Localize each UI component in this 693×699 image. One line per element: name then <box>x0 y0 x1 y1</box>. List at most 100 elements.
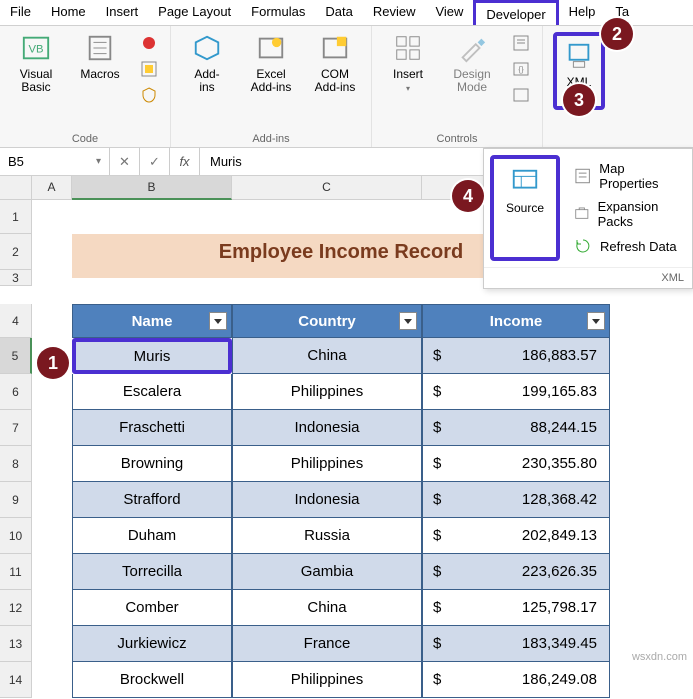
table-cell[interactable]: $186,883.57 <box>422 338 610 374</box>
com-addins-button[interactable]: COM Add-ins <box>309 32 361 94</box>
expansion-packs-icon <box>574 205 590 223</box>
table-cell[interactable]: Duham <box>72 518 232 554</box>
row-header[interactable]: 7 <box>0 410 32 446</box>
fx-icon[interactable]: fx <box>170 148 200 175</box>
table-cell[interactable]: Strafford <box>72 482 232 518</box>
table-cell[interactable]: Indonesia <box>232 482 422 518</box>
table-cell[interactable]: Philippines <box>232 662 422 698</box>
table-cell[interactable]: Comber <box>72 590 232 626</box>
row-header[interactable]: 10 <box>0 518 32 554</box>
table-cell[interactable]: Indonesia <box>232 410 422 446</box>
cancel-formula-button[interactable]: ✕ <box>110 148 140 175</box>
enter-formula-button[interactable]: ✓ <box>140 148 170 175</box>
row-header[interactable]: 3 <box>0 270 32 286</box>
tab-home[interactable]: Home <box>41 0 96 25</box>
table-cell[interactable]: $202,849.13 <box>422 518 610 554</box>
table-cell[interactable]: $223,626.35 <box>422 554 610 590</box>
table-cell[interactable]: Muris <box>72 338 232 374</box>
macro-security-button[interactable] <box>138 84 160 106</box>
table-cell[interactable]: $230,355.80 <box>422 446 610 482</box>
table-cell[interactable]: Philippines <box>232 374 422 410</box>
callout-4: 4 <box>452 180 484 212</box>
table-cell[interactable]: Jurkiewicz <box>72 626 232 662</box>
filter-icon[interactable] <box>399 312 417 330</box>
tab-page-layout[interactable]: Page Layout <box>148 0 241 25</box>
table-cell[interactable]: Philippines <box>232 446 422 482</box>
run-dialog-button[interactable] <box>510 84 532 106</box>
group-code: VB Visual Basic Macros Code <box>0 26 171 147</box>
watermark: wsxdn.com <box>632 651 687 663</box>
table-cell[interactable]: $186,249.08 <box>422 662 610 698</box>
refresh-data-button[interactable]: Refresh Data <box>572 233 686 259</box>
visual-basic-button[interactable]: VB Visual Basic <box>10 32 62 94</box>
name-box[interactable]: B5▾ <box>0 148 110 175</box>
tab-data[interactable]: Data <box>315 0 362 25</box>
table-cell[interactable]: $183,349.45 <box>422 626 610 662</box>
table-cell[interactable]: Escalera <box>72 374 232 410</box>
filter-icon[interactable] <box>587 312 605 330</box>
tab-developer[interactable]: Developer <box>473 0 558 25</box>
table-cell[interactable]: Gambia <box>232 554 422 590</box>
table-header-income[interactable]: Income <box>422 304 610 338</box>
table-cell[interactable]: Russia <box>232 518 422 554</box>
table-cell[interactable]: Fraschetti <box>72 410 232 446</box>
row-header[interactable]: 12 <box>0 590 32 626</box>
row-header[interactable]: 4 <box>0 304 32 338</box>
addins-icon <box>191 32 223 64</box>
xml-source-button[interactable]: Source <box>490 155 560 261</box>
filter-icon[interactable] <box>209 312 227 330</box>
design-mode-button[interactable]: Design Mode <box>446 32 498 94</box>
macros-button[interactable]: Macros <box>74 32 126 81</box>
col-header-b[interactable]: B <box>72 176 232 200</box>
visual-basic-icon: VB <box>20 32 52 64</box>
table-cell[interactable]: $199,165.83 <box>422 374 610 410</box>
ribbon-tabs: File Home Insert Page Layout Formulas Da… <box>0 0 693 26</box>
table-cell[interactable]: Browning <box>72 446 232 482</box>
insert-control-icon <box>392 32 424 64</box>
table-cell[interactable]: $125,798.17 <box>422 590 610 626</box>
table-header-country[interactable]: Country <box>232 304 422 338</box>
record-macro-button[interactable] <box>138 32 160 54</box>
callout-3: 3 <box>563 84 595 116</box>
row-header[interactable]: 8 <box>0 446 32 482</box>
expansion-packs-button[interactable]: Expansion Packs <box>572 195 686 233</box>
row-header[interactable]: 14 <box>0 662 32 698</box>
properties-button[interactable] <box>510 32 532 54</box>
tab-view[interactable]: View <box>425 0 473 25</box>
view-code-button[interactable]: {} <box>510 58 532 80</box>
table-cell[interactable]: France <box>232 626 422 662</box>
tab-help[interactable]: Help <box>559 0 606 25</box>
col-header-a[interactable]: A <box>32 176 72 200</box>
svg-text:VB: VB <box>28 44 43 56</box>
row-header[interactable]: 1 <box>0 200 32 234</box>
callout-2: 2 <box>601 18 633 50</box>
excel-addins-button[interactable]: Excel Add-ins <box>245 32 297 94</box>
insert-control-button[interactable]: Insert ▾ <box>382 32 434 94</box>
relative-ref-button[interactable] <box>138 58 160 80</box>
row-header[interactable]: 6 <box>0 374 32 410</box>
tab-file[interactable]: File <box>0 0 41 25</box>
table-cell[interactable]: Brockwell <box>72 662 232 698</box>
table-cell[interactable]: China <box>232 338 422 374</box>
table-cell[interactable]: China <box>232 590 422 626</box>
tab-insert[interactable]: Insert <box>96 0 149 25</box>
xml-dropdown: Source Map Properties Expansion Packs Re… <box>483 148 693 289</box>
table-header-name[interactable]: Name <box>72 304 232 338</box>
table-cell[interactable]: Torrecilla <box>72 554 232 590</box>
row-header[interactable]: 11 <box>0 554 32 590</box>
table-cell[interactable]: $88,244.15 <box>422 410 610 446</box>
tab-review[interactable]: Review <box>363 0 426 25</box>
table-cell[interactable]: $128,368.42 <box>422 482 610 518</box>
excel-addins-icon <box>255 32 287 64</box>
row-header[interactable]: 13 <box>0 626 32 662</box>
source-icon <box>510 167 540 197</box>
refresh-icon <box>574 237 592 255</box>
row-header[interactable]: 9 <box>0 482 32 518</box>
addins-button[interactable]: Add- ins <box>181 32 233 94</box>
select-all-corner[interactable] <box>0 176 32 200</box>
map-properties-button[interactable]: Map Properties <box>572 157 686 195</box>
row-header[interactable]: 5 <box>0 338 32 374</box>
tab-formulas[interactable]: Formulas <box>241 0 315 25</box>
row-header[interactable]: 2 <box>0 234 32 270</box>
col-header-c[interactable]: C <box>232 176 422 200</box>
